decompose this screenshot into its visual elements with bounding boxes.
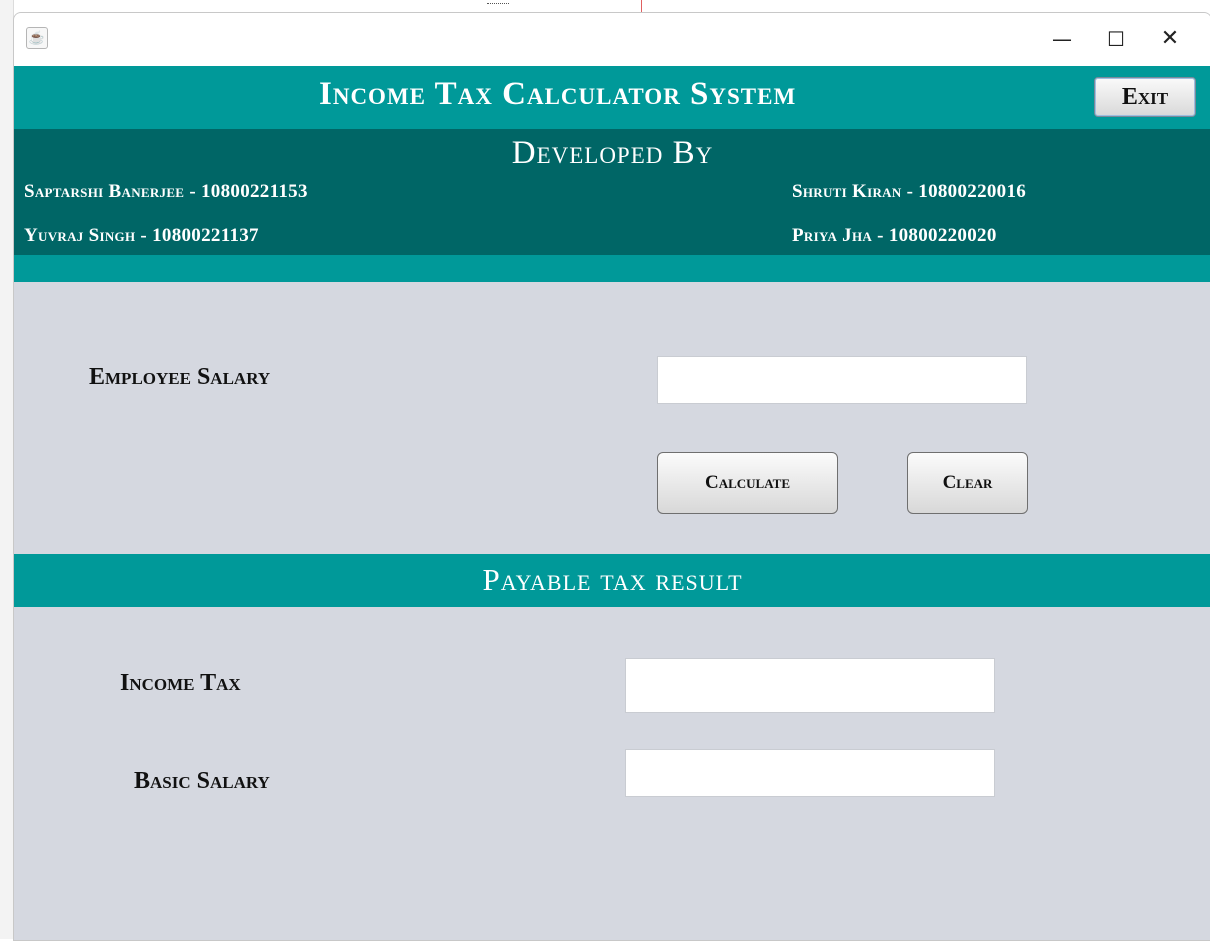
basic-salary-label: Basic Salary: [134, 768, 270, 794]
income-tax-output[interactable]: [625, 658, 995, 713]
java-cup-icon[interactable]: ☕: [26, 27, 48, 49]
background-decoration: [641, 0, 642, 12]
developer-name: Priya Jha - 10800220020: [792, 225, 997, 246]
result-title: Payable tax result: [482, 562, 743, 597]
background-decoration: [487, 3, 509, 5]
employee-salary-label: Employee Salary: [89, 364, 271, 390]
exit-button[interactable]: Exit: [1094, 77, 1196, 117]
close-button[interactable]: ✕: [1147, 21, 1193, 57]
result-header-band: Payable tax result: [14, 554, 1210, 607]
minimize-button[interactable]: —: [1039, 21, 1085, 57]
basic-salary-output[interactable]: [625, 749, 995, 797]
employee-salary-input[interactable]: [657, 356, 1027, 404]
background-desktop-strip: [0, 0, 14, 939]
header-divider: [14, 255, 1210, 282]
income-tax-label: Income Tax: [120, 670, 241, 696]
developer-name: Saptarshi Banerjee - 10800221153: [24, 181, 308, 202]
app-window: ☕ — ☐ ✕ Income Tax Calculator System Exi…: [13, 12, 1210, 941]
developers-title: Developed By: [511, 135, 714, 171]
clear-button[interactable]: Clear: [907, 452, 1028, 514]
maximize-button[interactable]: ☐: [1093, 21, 1139, 57]
developer-name: Yuvraj Singh - 10800221137: [24, 225, 259, 246]
header-band: Income Tax Calculator System Exit: [14, 66, 1210, 129]
developers-panel: Developed By Saptarshi Banerjee - 108002…: [14, 129, 1210, 255]
developer-name: Shruti Kiran - 10800220016: [792, 181, 1027, 202]
window-titlebar[interactable]: ☕ — ☐ ✕: [14, 13, 1210, 66]
app-title: Income Tax Calculator System: [319, 76, 797, 112]
calculate-button[interactable]: Calculate: [657, 452, 838, 514]
